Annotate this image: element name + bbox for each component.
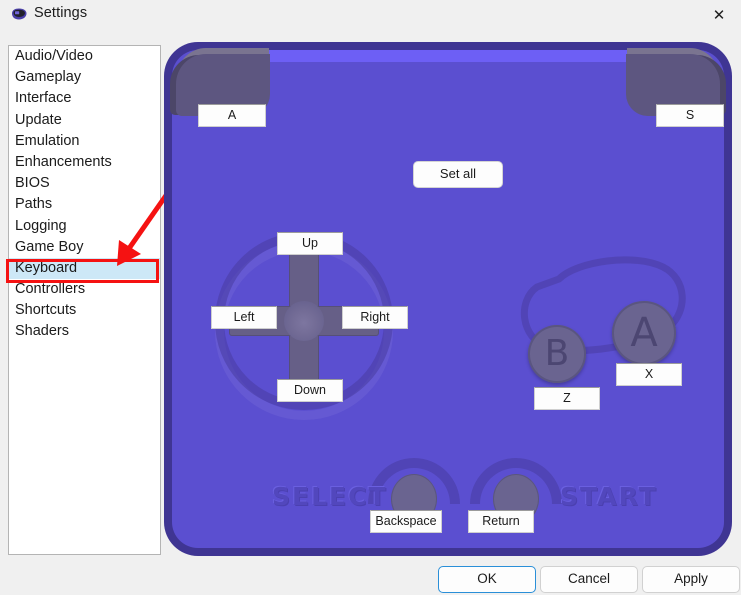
sidebar-item-paths[interactable]: Paths (9, 194, 160, 215)
window-title: Settings (34, 5, 88, 21)
keyfield-select[interactable]: Backspace (370, 510, 442, 533)
sidebar-item-bios[interactable]: BIOS (9, 173, 160, 194)
sidebar-item-shortcuts[interactable]: Shortcuts (9, 300, 160, 321)
cancel-button[interactable]: Cancel (540, 566, 638, 593)
keyfield-dpad-up[interactable]: Up (277, 232, 343, 255)
gamepad-body: A S Set all Up Down Left Right B A Z X S… (172, 50, 724, 548)
keyfield-dpad-left[interactable]: Left (211, 306, 277, 329)
sidebar-item-interface[interactable]: Interface (9, 88, 160, 109)
gamepad-top-highlight (242, 50, 672, 62)
settings-category-list[interactable]: Audio/Video Gameplay Interface Update Emulat… (8, 45, 161, 555)
select-label: SELECT (272, 482, 388, 511)
close-icon[interactable]: ✕ (697, 0, 741, 30)
ok-button[interactable]: OK (438, 566, 536, 593)
sidebar-item-logging[interactable]: Logging (9, 216, 160, 237)
face-button-b[interactable]: B (528, 325, 586, 383)
apply-button[interactable]: Apply (642, 566, 740, 593)
keyfield-button-b[interactable]: Z (534, 387, 600, 410)
keyfield-shoulder-left[interactable]: A (198, 104, 266, 127)
sidebar-item-shaders[interactable]: Shaders (9, 321, 160, 342)
sidebar-item-keyboard[interactable]: Keyboard (9, 257, 160, 280)
title-bar: Settings ✕ (0, 0, 741, 30)
dpad-center (284, 301, 324, 341)
sidebar-item-game-boy[interactable]: Game Boy (9, 237, 160, 258)
start-label: START (560, 482, 658, 511)
sidebar-item-controllers[interactable]: Controllers (9, 279, 160, 300)
face-button-a[interactable]: A (612, 301, 676, 365)
keyfield-dpad-right[interactable]: Right (342, 306, 408, 329)
sidebar-item-enhancements[interactable]: Enhancements (9, 152, 160, 173)
sidebar-item-emulation[interactable]: Emulation (9, 131, 160, 152)
keyfield-dpad-down[interactable]: Down (277, 379, 343, 402)
set-all-button[interactable]: Set all (413, 161, 503, 188)
sidebar-item-update[interactable]: Update (9, 110, 160, 131)
sidebar-item-gameplay[interactable]: Gameplay (9, 67, 160, 88)
keyfield-button-a[interactable]: X (616, 363, 682, 386)
sidebar-item-audio-video[interactable]: Audio/Video (9, 46, 160, 67)
keyfield-shoulder-right[interactable]: S (656, 104, 724, 127)
gameboy-icon (10, 7, 28, 21)
keyboard-mapping-panel: A S Set all Up Down Left Right B A Z X S… (164, 42, 732, 552)
keyfield-start[interactable]: Return (468, 510, 534, 533)
